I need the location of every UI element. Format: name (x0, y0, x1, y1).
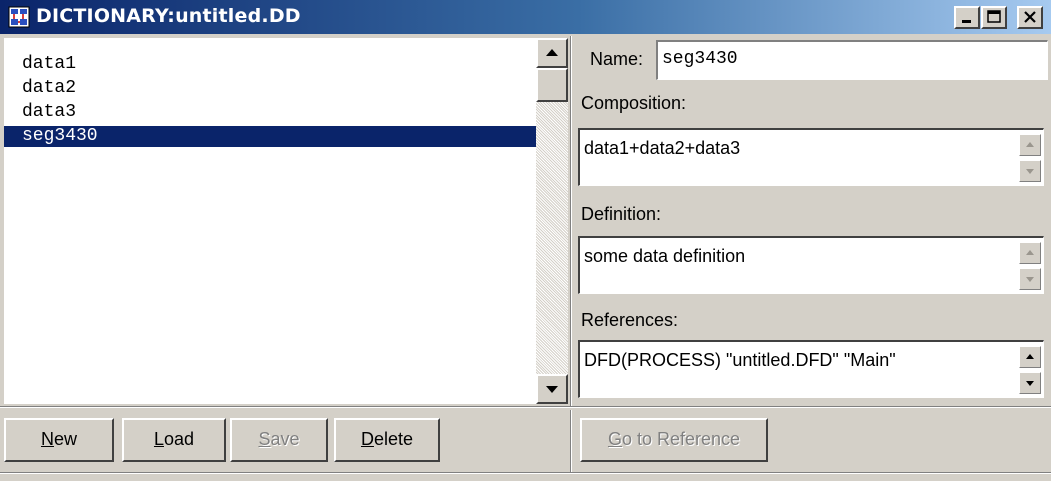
scroll-up-button[interactable] (1019, 242, 1041, 264)
scroll-thumb[interactable] (536, 68, 568, 102)
minimize-button[interactable] (954, 6, 980, 29)
scroll-down-arrow-icon (1026, 277, 1034, 282)
go-to-reference-label: o to Reference (621, 429, 741, 449)
scroll-up-arrow-icon (1026, 142, 1034, 147)
scroll-down-button[interactable] (1019, 268, 1041, 290)
scroll-down-button[interactable] (1019, 160, 1041, 182)
window-title: DICTIONARY:untitled.DD (36, 5, 301, 27)
definition-label: Definition: (581, 204, 662, 224)
maximize-button[interactable] (981, 6, 1007, 29)
save-button-label: ave (270, 429, 300, 449)
scroll-up-arrow-icon (1026, 250, 1034, 255)
delete-button[interactable]: Delete (334, 418, 440, 462)
references-scrollbar[interactable] (1019, 346, 1041, 394)
app-icon[interactable] (8, 6, 30, 28)
scroll-down-arrow-icon (546, 386, 558, 393)
save-button-mnemonic: S (258, 429, 271, 449)
close-button[interactable] (1017, 6, 1043, 29)
footer-divider (0, 406, 1051, 408)
scroll-down-arrow-icon (1026, 381, 1034, 386)
scroll-down-button[interactable] (536, 374, 568, 404)
composition-label: Composition: (581, 93, 687, 113)
scroll-up-button[interactable] (536, 38, 568, 68)
new-button[interactable]: New (4, 418, 114, 462)
references-label: References: (581, 310, 679, 330)
list-item[interactable]: data2 (4, 78, 536, 99)
definition-field[interactable]: some data definition (578, 236, 1044, 294)
name-field[interactable]: seg3430 (656, 40, 1048, 80)
composition-text: data1+data2+data3 (584, 138, 741, 158)
load-button-label: oad (163, 429, 195, 449)
references-field[interactable]: DFD(PROCESS) "untitled.DFD" "Main" (578, 340, 1044, 398)
delete-button-mnemonic: D (360, 429, 374, 449)
go-to-reference-button[interactable]: Go to Reference (580, 418, 768, 462)
definition-text: some data definition (584, 246, 746, 266)
scroll-down-button[interactable] (1019, 372, 1041, 394)
list-item[interactable]: data3 (4, 102, 536, 123)
composition-scrollbar[interactable] (1019, 134, 1041, 182)
scroll-up-button[interactable] (1019, 346, 1041, 368)
scroll-down-arrow-icon (1026, 169, 1034, 174)
panel-divider (570, 36, 572, 406)
list-item-selected[interactable]: seg3430 (4, 126, 536, 147)
minimize-icon (962, 20, 971, 23)
footer-panel-divider (570, 410, 572, 472)
list-item[interactable]: data1 (4, 54, 536, 75)
definition-scrollbar[interactable] (1019, 242, 1041, 290)
list-scrollbar[interactable] (536, 38, 568, 404)
save-button[interactable]: Save (230, 418, 328, 462)
composition-field[interactable]: data1+data2+data3 (578, 128, 1044, 186)
name-label: Name: (590, 49, 644, 69)
bottom-edge (0, 472, 1051, 474)
delete-button-label: elete (373, 429, 414, 449)
scroll-up-arrow-icon (546, 49, 558, 56)
new-button-mnemonic: N (40, 429, 54, 449)
title-bar[interactable]: DICTIONARY:untitled.DD (0, 0, 1051, 34)
scroll-up-arrow-icon (1026, 354, 1034, 359)
go-to-reference-mnemonic: G (607, 429, 622, 449)
references-text: DFD(PROCESS) "untitled.DFD" "Main" (584, 350, 896, 370)
load-button-mnemonic: L (153, 429, 164, 449)
new-button-label: ew (53, 429, 77, 449)
maximize-icon (987, 10, 1001, 23)
close-icon (1024, 11, 1036, 23)
scroll-up-button[interactable] (1019, 134, 1041, 156)
load-button[interactable]: Load (122, 418, 226, 462)
dictionary-list[interactable]: data1 data2 data3 seg3430 (4, 38, 536, 404)
